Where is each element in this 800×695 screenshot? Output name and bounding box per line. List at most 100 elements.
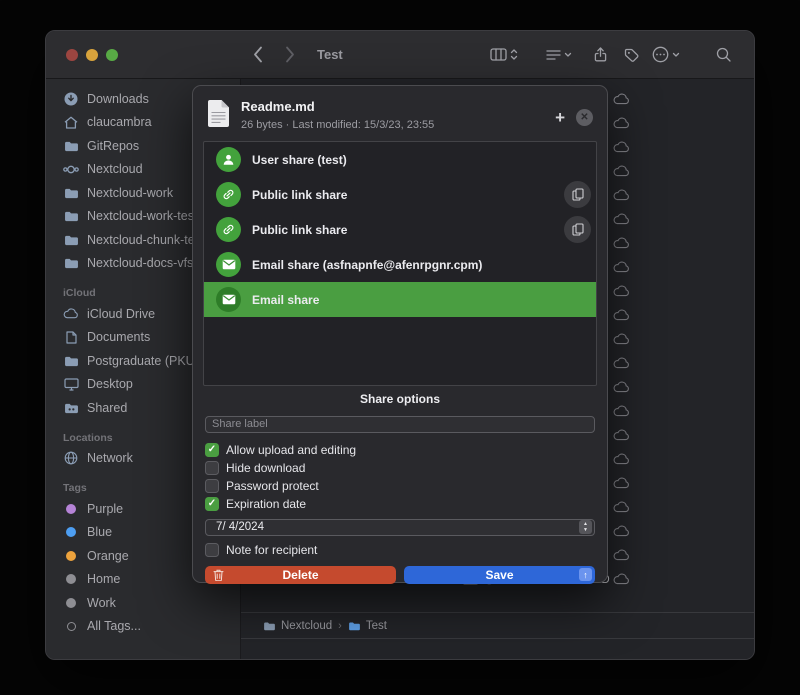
document-icon [63,331,79,344]
clipboard-icon [572,188,584,201]
share-row-public-link-2[interactable]: Public link share [204,212,596,247]
more-options-control[interactable] [652,46,680,63]
ellipsis-circle-icon [652,46,669,63]
group-list-icon [546,49,561,61]
sidebar-item-label: Nextcloud [87,162,143,176]
share-row-label: Email share [252,293,319,307]
share-toolbar-button[interactable] [594,47,607,62]
view-mode-control[interactable] [490,48,518,61]
share-row-user[interactable]: User share (test) [204,142,596,177]
group-by-control[interactable] [546,49,572,61]
checkbox-label: Note for recipient [226,543,317,557]
file-row [613,303,630,327]
file-row [613,423,630,447]
sidebar-item-label: Downloads [87,92,149,106]
share-options-section: Share options ✓ Allow upload and editing… [205,392,595,584]
checkbox-label: Expiration date [226,497,306,511]
sidebar-item-label: Nextcloud-work-test [87,209,197,223]
sidebar-item-all-tags[interactable]: All Tags... [46,615,240,639]
zoom-window-button[interactable] [106,49,118,61]
share-row-email-2[interactable]: Email share [204,282,596,317]
cloud-icon [63,308,79,319]
close-window-button[interactable] [66,49,78,61]
shared-folder-icon [63,402,79,414]
file-row [613,87,630,111]
sidebar-item-label: Network [87,451,133,465]
link-icon [216,182,241,207]
file-row [613,231,630,255]
path-item-test[interactable]: Test [348,620,387,632]
checkbox-expiration-date[interactable]: ✓ [205,497,219,511]
downloads-icon [63,92,79,106]
share-row-label: User share (test) [252,153,347,167]
cloud-status-icon [613,501,630,513]
checkbox-note-for-recipient[interactable]: ✓ [205,543,219,557]
sidebar-item-label: Blue [87,525,112,539]
save-button[interactable]: Save ↑ [404,566,595,584]
minimize-window-button[interactable] [86,49,98,61]
checkbox-row-note[interactable]: ✓ Note for recipient [205,541,595,559]
add-share-button[interactable]: + [555,111,565,125]
search-icon [716,47,731,62]
delete-button[interactable]: Delete [205,566,396,584]
tag-dot-gray-icon [63,574,79,584]
globe-icon [63,451,79,465]
cloud-status-icon [613,477,630,489]
cloud-status-icon [613,141,630,153]
document-file-icon [207,99,230,128]
date-stepper[interactable]: ▲ ▼ [579,520,592,534]
tag-dot-blue-icon [63,527,79,537]
copy-link-button[interactable] [564,181,591,208]
file-row [613,375,630,399]
share-row-label: Email share (asfnapnfe@afenrpgnr.cpm) [252,258,482,272]
folder-icon [63,355,79,367]
folder-icon [348,621,361,631]
search-button[interactable] [716,47,731,62]
trash-icon [213,569,224,584]
path-bar: Nextcloud › Test [241,612,754,639]
close-icon: ✕ [580,112,588,123]
checkbox-row-hide-download[interactable]: ✓ Hide download [205,459,595,477]
sidebar-item-tag-work[interactable]: Work [46,591,240,615]
checkbox-allow-upload[interactable]: ✓ [205,443,219,457]
share-row-label: Public link share [252,188,347,202]
sidebar-item-label: Nextcloud-chunk-tes [87,233,201,247]
forward-chevron-icon[interactable] [285,46,295,63]
checkbox-label: Hide download [226,461,305,475]
checkbox-row-password-protect[interactable]: ✓ Password protect [205,477,595,495]
share-row-email-1[interactable]: Email share (asfnapnfe@afenrpgnr.cpm) [204,247,596,282]
checkbox-row-expiration-date[interactable]: ✓ Expiration date [205,495,595,513]
file-row [613,543,630,567]
path-item-nextcloud[interactable]: Nextcloud [263,620,332,632]
share-popover: Readme.md 26 bytes · Last modified: 15/3… [192,85,608,583]
check-icon: ✓ [208,499,216,509]
sidebar-item-label: GitRepos [87,139,139,153]
checkbox-password-protect[interactable]: ✓ [205,479,219,493]
back-chevron-icon[interactable] [253,46,263,63]
file-row [613,471,630,495]
close-popover-button[interactable]: ✕ [576,109,593,126]
traffic-lights [46,49,118,61]
columns-view-icon [490,48,507,61]
checkbox-hide-download[interactable]: ✓ [205,461,219,475]
expiration-date-field[interactable]: 7/ 4/2024 ▲ ▼ [205,519,595,536]
clipboard-icon [572,223,584,236]
delete-button-label: Delete [282,568,318,582]
share-label-input[interactable] [205,416,595,433]
cloud-status-icon [613,357,630,369]
tags-toolbar-button[interactable] [624,48,639,62]
titlebar: Test [46,31,754,79]
vfs-cloud-column [613,87,630,591]
copy-link-button[interactable] [564,216,591,243]
stepper-down-icon: ▼ [583,527,588,533]
chevron-down-icon [672,52,680,58]
cloud-status-icon [613,261,630,273]
checkbox-row-allow-upload[interactable]: ✓ Allow upload and editing [205,441,595,459]
upload-arrow-icon: ↑ [579,568,592,581]
check-icon: ✓ [208,445,216,455]
share-row-public-link-1[interactable]: Public link share [204,177,596,212]
folder-icon [63,210,79,222]
file-row [613,495,630,519]
folder-icon [63,140,79,152]
file-row [613,159,630,183]
